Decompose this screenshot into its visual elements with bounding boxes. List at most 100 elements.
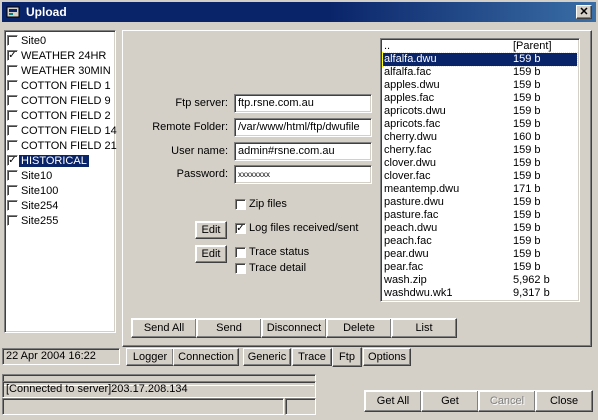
- file-size: 171 b: [513, 183, 541, 195]
- edit-trace-label: Edit: [201, 248, 221, 260]
- file-name: ..: [384, 40, 391, 52]
- checkmark-icon[interactable]: ✓: [7, 155, 18, 166]
- user-name-field[interactable]: admin#rsne.com.au: [234, 142, 372, 161]
- send-all-button[interactable]: Send All: [131, 318, 197, 338]
- site-checkbox[interactable]: [7, 125, 18, 136]
- file-row[interactable]: pear.fac 159 b: [383, 261, 577, 274]
- tab-generic[interactable]: Generic: [243, 348, 291, 366]
- file-row[interactable]: apricots.fac 159 b: [383, 118, 577, 131]
- site-checkbox[interactable]: [7, 110, 18, 121]
- file-size: 159 b: [513, 261, 541, 273]
- close-button[interactable]: Close: [535, 390, 593, 412]
- file-name: cherry.dwu: [384, 131, 437, 143]
- trace-status-checkbox[interactable]: Trace status: [235, 246, 309, 258]
- send-button[interactable]: Send: [196, 318, 262, 338]
- site-list[interactable]: Site0 ✓ WEATHER 24HR WEATHER 30MIN COTTON FI…: [4, 30, 117, 333]
- site-item[interactable]: Site255: [7, 213, 113, 228]
- trace-detail-label: Trace detail: [249, 262, 307, 274]
- file-row[interactable]: apricots.dwu 159 b: [383, 105, 577, 118]
- trace-detail-checkbox[interactable]: Trace detail: [235, 262, 306, 274]
- list-button[interactable]: List: [391, 318, 457, 338]
- file-name: washdwu.wk1: [384, 287, 453, 299]
- file-row[interactable]: pear.dwu 159 b: [383, 248, 577, 261]
- site-item[interactable]: WEATHER 30MIN: [7, 63, 113, 78]
- close-window-button[interactable]: ✕: [576, 5, 592, 19]
- tab-options[interactable]: Options: [363, 348, 411, 366]
- zip-files-check: [235, 198, 246, 210]
- file-name: apricots.fac: [384, 118, 441, 130]
- file-row[interactable]: cherry.fac 159 b: [383, 144, 577, 157]
- tab-trace-label: Trace: [298, 351, 326, 363]
- tab-ftp[interactable]: Ftp: [332, 347, 362, 367]
- file-row[interactable]: pasture.fac 159 b: [383, 209, 577, 222]
- get-all-button[interactable]: Get All: [364, 390, 422, 412]
- delete-button[interactable]: Delete: [326, 318, 392, 338]
- title-bar[interactable]: Upload ✕: [2, 2, 596, 22]
- site-checkbox[interactable]: [7, 200, 18, 211]
- trace-detail-check: [235, 262, 246, 274]
- site-checkbox[interactable]: [7, 170, 18, 181]
- file-size: 159 b: [513, 53, 541, 65]
- file-row[interactable]: pasture.dwu 159 b: [383, 196, 577, 209]
- tab-connection[interactable]: Connection: [173, 348, 239, 366]
- site-item-label: COTTON FIELD 2: [21, 109, 111, 122]
- file-row[interactable]: peach.fac 159 b: [383, 235, 577, 248]
- file-row[interactable]: apples.dwu 159 b: [383, 79, 577, 92]
- file-row[interactable]: apples.fac 159 b: [383, 92, 577, 105]
- edit-log-button[interactable]: Edit: [195, 221, 227, 239]
- site-item[interactable]: COTTON FIELD 9: [7, 93, 113, 108]
- site-checkbox[interactable]: [7, 215, 18, 226]
- remote-folder-field[interactable]: /var/www/html/ftp/dwufile: [234, 118, 372, 137]
- ftp-server-field[interactable]: ftp.rsne.com.au: [234, 94, 372, 113]
- zip-files-checkbox[interactable]: Zip files: [235, 198, 287, 210]
- file-row[interactable]: washdwu.wk1 9,317 b: [383, 287, 577, 300]
- log-files-label: Log files received/sent: [249, 222, 359, 234]
- file-name: pear.fac: [384, 261, 424, 273]
- site-item[interactable]: ✓ HISTORICAL: [7, 153, 113, 168]
- site-checkbox[interactable]: [7, 80, 18, 91]
- get-button[interactable]: Get: [421, 390, 479, 412]
- site-item[interactable]: COTTON FIELD 1: [7, 78, 113, 93]
- file-name: pasture.fac: [384, 209, 439, 221]
- disconnect-button[interactable]: Disconnect: [261, 318, 327, 338]
- cancel-button[interactable]: Cancel: [478, 390, 536, 412]
- file-row[interactable]: meantemp.dwu 171 b: [383, 183, 577, 196]
- file-size: 159 b: [513, 235, 541, 247]
- file-name: clover.dwu: [384, 157, 436, 169]
- file-name: alfalfa.fac: [384, 66, 432, 78]
- site-item[interactable]: Site100: [7, 183, 113, 198]
- site-item-label: Site255: [21, 214, 59, 227]
- checkmark-icon[interactable]: ✓: [7, 50, 18, 61]
- password-field[interactable]: xxxxxxxx: [234, 165, 372, 184]
- site-item[interactable]: Site10: [7, 168, 113, 183]
- site-checkbox[interactable]: [7, 35, 18, 46]
- site-item[interactable]: ✓ WEATHER 24HR: [7, 48, 113, 63]
- site-item[interactable]: COTTON FIELD 21: [7, 138, 117, 153]
- site-item[interactable]: COTTON FIELD 2: [7, 108, 113, 123]
- file-row[interactable]: alfalfa.dwu 159 b: [382, 52, 578, 67]
- upload-window: Upload ✕ Site0 ✓ WEATHER 24HR WEATHER 30MIN…: [0, 0, 598, 420]
- site-item[interactable]: Site0: [7, 33, 113, 48]
- file-row[interactable]: clover.dwu 159 b: [383, 157, 577, 170]
- log-files-checkbox[interactable]: ✓ Log files received/sent: [235, 222, 358, 234]
- tab-logger[interactable]: Logger: [126, 348, 174, 366]
- site-checkbox[interactable]: [7, 65, 18, 76]
- file-row[interactable]: alfalfa.fac 159 b: [383, 66, 577, 79]
- file-row[interactable]: peach.dwu 159 b: [383, 222, 577, 235]
- site-checkbox[interactable]: [7, 140, 18, 151]
- edit-trace-button[interactable]: Edit: [195, 245, 227, 263]
- file-size: 159 b: [513, 79, 541, 91]
- remote-file-list[interactable]: .. [Parent] alfalfa.dwu 159 b alfalfa.fac 159…: [380, 38, 580, 302]
- file-row[interactable]: wash.zip 5,962 b: [383, 274, 577, 287]
- site-checkbox[interactable]: [7, 95, 18, 106]
- site-checkbox[interactable]: [7, 185, 18, 196]
- tab-trace[interactable]: Trace: [292, 348, 332, 366]
- file-size: 159 b: [513, 196, 541, 208]
- file-row[interactable]: clover.fac 159 b: [383, 170, 577, 183]
- file-row[interactable]: .. [Parent]: [383, 40, 577, 53]
- file-row[interactable]: cherry.dwu 160 b: [383, 131, 577, 144]
- send-all-label: Send All: [143, 322, 185, 334]
- site-item[interactable]: COTTON FIELD 14: [7, 123, 117, 138]
- file-size: 159 b: [513, 222, 541, 234]
- site-item[interactable]: Site254: [7, 198, 113, 213]
